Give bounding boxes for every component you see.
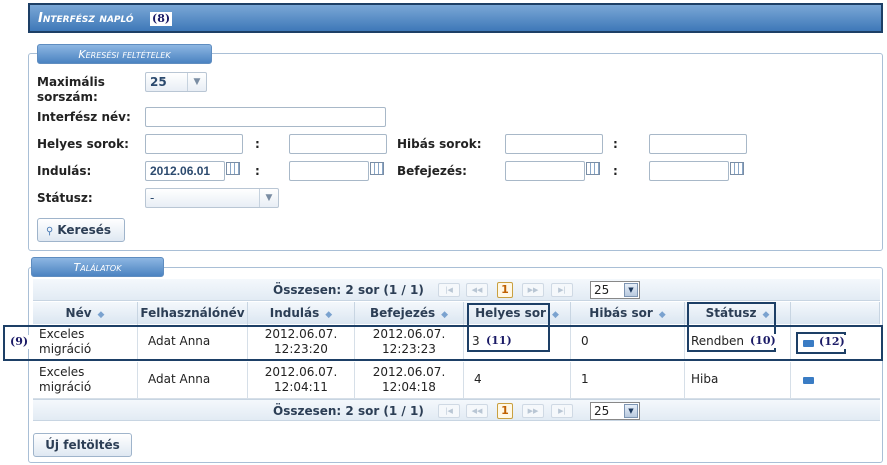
cell-user: Adat Anna <box>138 362 248 398</box>
start-label: Indulás: <box>37 164 92 178</box>
calendar-icon[interactable] <box>226 162 240 175</box>
max-count-select[interactable]: 25 ▼ <box>145 72 207 92</box>
results-legend: Találatok <box>31 257 164 277</box>
search-button-label: Keresés <box>57 223 112 237</box>
cell-err: 1 <box>571 362 685 398</box>
first-page-button[interactable]: |◀ <box>438 404 460 418</box>
chevron-down-icon: ▼ <box>259 189 278 207</box>
end-from-input[interactable] <box>505 161 585 181</box>
status-label: Státusz: <box>37 191 93 205</box>
page-size-value: 25 <box>594 283 610 297</box>
last-page-button[interactable]: ▶| <box>551 404 573 418</box>
page-size-value: 25 <box>594 404 610 418</box>
status-select[interactable]: - ▼ <box>145 188 279 208</box>
status-select-value: - <box>150 191 155 205</box>
pager-summary: Összesen: 2 sor (1 / 1) <box>273 283 424 297</box>
page-size-select[interactable]: 25 ▼ <box>590 281 640 299</box>
next-page-button[interactable]: ▶▶ <box>522 283 544 297</box>
start-colon: : <box>255 164 260 178</box>
pager-bottom: Összesen: 2 sor (1 / 1) |◀ ◀◀ 1 ▶▶ ▶| 25… <box>33 399 880 421</box>
end-to-input[interactable] <box>649 161 729 181</box>
col-header-user[interactable]: Felhasználónév <box>138 302 248 324</box>
current-page-button[interactable]: 1 <box>497 403 513 419</box>
end-colon: : <box>613 164 618 178</box>
col-header-end[interactable]: Befejezés ◆ <box>355 302 464 324</box>
cell-status: Hiba <box>685 362 791 398</box>
end-label: Befejezés: <box>397 164 467 178</box>
col-header-end-label: Befejezés <box>369 306 436 320</box>
col-header-start[interactable]: Indulás ◆ <box>248 302 355 324</box>
annotation-12: (12) <box>817 335 847 349</box>
page-title: Interfész napló <box>38 11 134 26</box>
next-page-button[interactable]: ▶▶ <box>522 404 544 418</box>
sort-icon: ◆ <box>97 310 105 320</box>
col-header-action <box>791 302 880 324</box>
interface-name-label: Interfész név: <box>37 110 131 124</box>
search-button[interactable]: ⚲ Keresés <box>37 218 125 242</box>
pager-summary: Összesen: 2 sor (1 / 1) <box>273 404 424 418</box>
col-header-name-label: Név <box>65 306 92 320</box>
sort-icon: ◆ <box>325 310 333 320</box>
annotation-8: (8) <box>150 12 173 26</box>
max-count-label: Maximális sorszám: <box>37 75 105 104</box>
search-legend: Keresési feltételek <box>37 44 212 64</box>
chevron-down-icon: ▼ <box>624 404 638 418</box>
first-page-button[interactable]: |◀ <box>438 283 460 297</box>
interface-name-input[interactable] <box>145 107 386 127</box>
last-page-button[interactable]: ▶| <box>551 283 573 297</box>
search-icon: ⚲ <box>46 226 54 237</box>
ok-rows-to-input[interactable] <box>289 134 387 154</box>
cell-end: 2012.06.07. 12:04:18 <box>355 362 464 398</box>
cell-action <box>791 362 880 398</box>
prev-page-button[interactable]: ◀◀ <box>466 283 488 297</box>
col-header-name[interactable]: Név ◆ <box>33 302 138 324</box>
calendar-icon[interactable] <box>370 162 384 175</box>
current-page-button[interactable]: 1 <box>497 282 513 298</box>
ok-rows-colon: : <box>255 137 260 151</box>
calendar-icon[interactable] <box>586 162 600 175</box>
err-rows-to-input[interactable] <box>649 134 747 154</box>
col-header-err[interactable]: Hibás sor ◆ <box>571 302 685 324</box>
sort-icon: ◆ <box>441 310 449 320</box>
start-to-input[interactable] <box>289 161 369 181</box>
prev-page-button[interactable]: ◀◀ <box>466 404 488 418</box>
chevron-down-icon: ▼ <box>187 73 206 91</box>
col-header-start-label: Indulás <box>269 306 320 320</box>
title-bar: Interfész napló (8) <box>28 3 883 33</box>
cell-ok: 4 <box>464 362 571 398</box>
page-size-select[interactable]: 25 ▼ <box>590 402 640 420</box>
start-from-input[interactable] <box>145 161 225 181</box>
err-rows-from-input[interactable] <box>505 134 603 154</box>
table-row[interactable]: Exceles migráció Adat Anna 2012.06.07. 1… <box>33 362 880 399</box>
cell-start: 2012.06.07. 12:04:11 <box>248 362 355 398</box>
annotation-11: (11) <box>484 334 514 348</box>
err-rows-colon: : <box>613 137 618 151</box>
col-header-user-label: Felhasználónév <box>140 306 245 320</box>
sort-icon: ◆ <box>551 310 559 320</box>
new-upload-button[interactable]: Új feltöltés <box>33 433 132 457</box>
sort-icon: ◆ <box>658 310 666 320</box>
chevron-down-icon: ▼ <box>624 283 638 297</box>
calendar-icon[interactable] <box>730 162 744 175</box>
ok-rows-label: Helyes sorok: <box>37 137 129 151</box>
max-count-value: 25 <box>150 75 167 89</box>
cell-name: Exceles migráció <box>33 362 138 398</box>
pager-top: Összesen: 2 sor (1 / 1) |◀ ◀◀ 1 ▶▶ ▶| 25… <box>33 279 880 301</box>
folder-open-icon[interactable] <box>803 377 814 384</box>
annotation-10: (10) <box>748 334 778 348</box>
col-header-err-label: Hibás sor <box>589 306 653 320</box>
err-rows-label: Hibás sorok: <box>397 137 482 151</box>
ok-rows-from-input[interactable] <box>145 134 243 154</box>
annotation-9: (9) <box>8 335 31 349</box>
